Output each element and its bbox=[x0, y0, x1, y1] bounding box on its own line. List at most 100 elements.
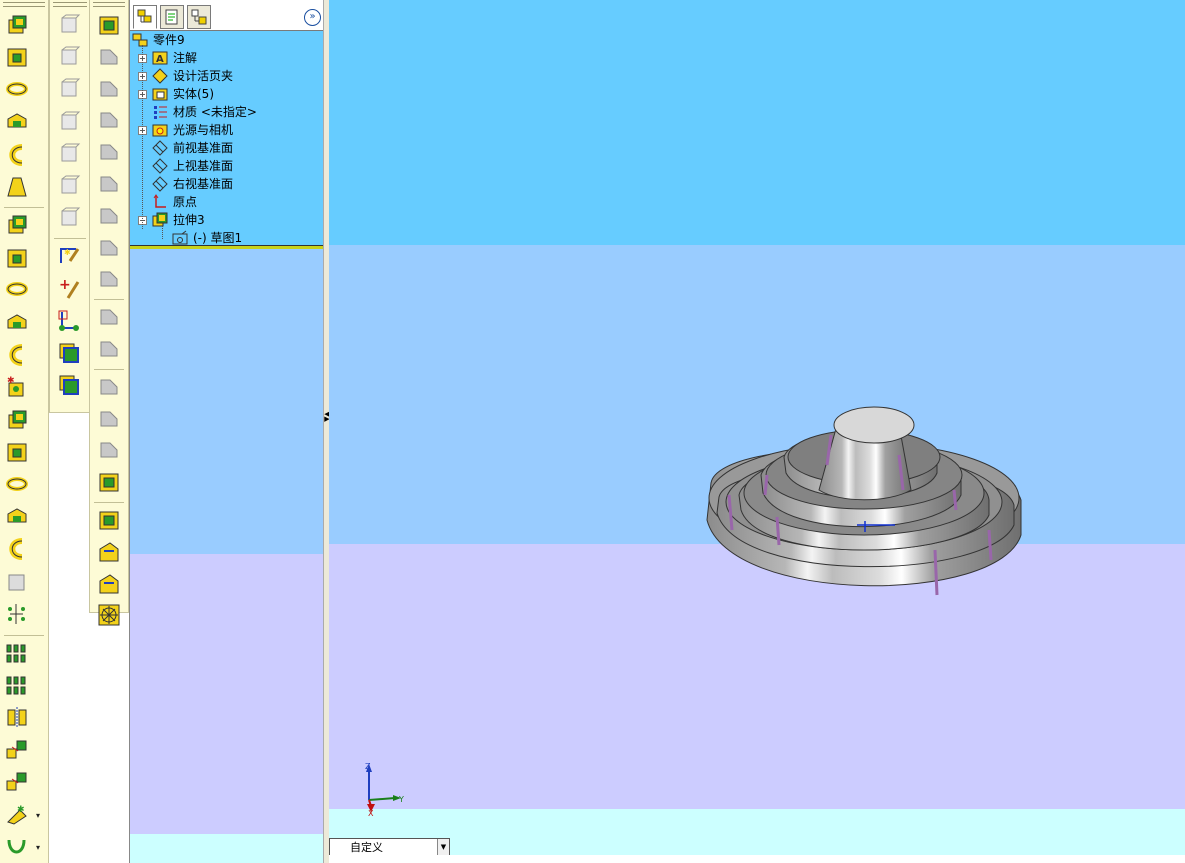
toolbar-grip[interactable] bbox=[3, 2, 45, 7]
mirror-button[interactable] bbox=[4, 704, 30, 730]
extruded-boss-button[interactable] bbox=[4, 12, 30, 38]
property-manager-tab[interactable] bbox=[160, 5, 184, 29]
radial-pattern-button[interactable] bbox=[96, 602, 122, 628]
bend-button[interactable] bbox=[96, 304, 122, 330]
part-icon bbox=[132, 32, 148, 48]
lofted-boss-button[interactable] bbox=[4, 109, 30, 135]
scale-button[interactable] bbox=[4, 569, 30, 595]
rib-button[interactable] bbox=[4, 504, 30, 530]
loft-button[interactable] bbox=[4, 174, 30, 200]
tree-node[interactable]: − 拉伸3 bbox=[130, 211, 324, 229]
toolbar-grip[interactable] bbox=[53, 2, 87, 7]
base-flange-button[interactable] bbox=[96, 12, 122, 38]
sketched-bend-button[interactable] bbox=[96, 139, 122, 165]
tree-node[interactable]: 原点 bbox=[130, 193, 324, 211]
toolbar-grip[interactable] bbox=[93, 2, 125, 7]
swept-cut-button[interactable] bbox=[4, 277, 30, 303]
lofted-cut-button[interactable] bbox=[4, 310, 30, 336]
tree-node[interactable]: + 光源与相机 bbox=[130, 121, 324, 139]
unfold-icon bbox=[100, 341, 118, 357]
chevron-down-icon[interactable]: ▼ bbox=[437, 839, 449, 856]
draft-button[interactable] bbox=[4, 407, 30, 433]
wrap-button[interactable] bbox=[4, 536, 30, 562]
radial-pattern-icon bbox=[98, 604, 120, 626]
hole-wizard-button[interactable]: ✱ bbox=[4, 374, 30, 400]
revolved-cut-button[interactable] bbox=[4, 245, 30, 271]
draft-icon bbox=[8, 410, 27, 429]
panel-background bbox=[130, 554, 324, 834]
break-corner-button[interactable] bbox=[96, 266, 122, 292]
sketch-box-2-button[interactable] bbox=[56, 44, 82, 70]
edit-sketch-button[interactable]: ✱ bbox=[56, 243, 82, 269]
shell-button[interactable] bbox=[4, 472, 30, 498]
tree-node[interactable]: 零件9 bbox=[130, 31, 324, 49]
tree-node[interactable]: 前视基准面 bbox=[130, 139, 324, 157]
feature-manager-tab[interactable] bbox=[133, 5, 157, 29]
corner-relief-button[interactable] bbox=[96, 437, 122, 463]
miter-flange-icon bbox=[100, 81, 118, 97]
svg-text:+: + bbox=[59, 277, 71, 293]
tree-connector bbox=[162, 225, 163, 239]
tree-node-label: 拉伸3 bbox=[173, 213, 205, 227]
insert-component-button[interactable] bbox=[96, 469, 122, 495]
reference-geometry-button[interactable]: ✱ bbox=[4, 802, 30, 828]
circular-pattern-button[interactable] bbox=[4, 672, 30, 698]
chevron-down-icon[interactable]: ▾ bbox=[36, 811, 40, 820]
graphics-viewport[interactable]: Z Y X 自定义 ▼ bbox=[329, 0, 1185, 863]
swept-boss-icon bbox=[6, 81, 28, 96]
chevron-down-icon[interactable]: ▾ bbox=[36, 843, 40, 852]
fold-button[interactable] bbox=[96, 374, 122, 400]
unfold-button[interactable] bbox=[96, 336, 122, 362]
sketch-box-3-button[interactable] bbox=[56, 76, 82, 102]
move-face-button[interactable] bbox=[4, 601, 30, 627]
jog-icon bbox=[100, 208, 118, 224]
tree-node-label: 零件9 bbox=[153, 33, 185, 47]
lofted-bend-button[interactable] bbox=[96, 235, 122, 261]
split-part-button[interactable] bbox=[56, 372, 82, 398]
3d-model[interactable] bbox=[699, 395, 1029, 615]
dome-button[interactable] bbox=[4, 439, 30, 465]
tree-node[interactable]: 上视基准面 bbox=[130, 157, 324, 175]
solid-bodies-icon bbox=[152, 86, 168, 102]
add-relation-button[interactable]: + bbox=[56, 276, 82, 302]
sketch-box-7-button[interactable] bbox=[56, 205, 82, 231]
tree-node[interactable]: + 设计活页夹 bbox=[130, 67, 324, 85]
curve-pattern-button[interactable] bbox=[4, 737, 30, 763]
tree-node[interactable]: 材质 <未指定> bbox=[130, 103, 324, 121]
flex-button[interactable] bbox=[96, 571, 122, 597]
insert-part-button[interactable] bbox=[56, 340, 82, 366]
tree-node[interactable]: 右视基准面 bbox=[130, 175, 324, 193]
move-copy-body-icon bbox=[6, 772, 27, 791]
move-copy-body-button[interactable] bbox=[4, 769, 30, 795]
edge-flange-button[interactable] bbox=[96, 44, 122, 70]
sketch-box-6-button[interactable] bbox=[56, 173, 82, 199]
closed-corner-button[interactable] bbox=[96, 171, 122, 197]
configuration-manager-tab[interactable] bbox=[187, 5, 211, 29]
swept-boss-button[interactable] bbox=[4, 77, 30, 103]
hem-button[interactable] bbox=[96, 107, 122, 133]
curves-button[interactable] bbox=[4, 834, 30, 860]
feature-tree: 零件9 + A 注解 + 设计活页夹 + 实体(5) 材质 <未指定> + 光源与相机 前视基准面 上视… bbox=[130, 31, 324, 245]
corner-relief-icon bbox=[100, 442, 118, 458]
jog-button[interactable] bbox=[96, 203, 122, 229]
smart-dimension-button[interactable] bbox=[56, 308, 82, 334]
sketch-box-4-button[interactable] bbox=[56, 109, 82, 135]
tree-node[interactable]: + 实体(5) bbox=[130, 85, 324, 103]
extrude-icon bbox=[152, 212, 168, 228]
linear-pattern-button[interactable] bbox=[4, 640, 30, 666]
flatten-button[interactable] bbox=[96, 406, 122, 432]
expand-panel-button[interactable]: » bbox=[304, 9, 321, 26]
tree-node[interactable]: + A 注解 bbox=[130, 49, 324, 67]
edge-flange-icon bbox=[100, 49, 118, 65]
sweep-button[interactable] bbox=[4, 142, 30, 168]
sketch-box-1-button[interactable] bbox=[56, 12, 82, 38]
extruded-cut-button[interactable] bbox=[4, 212, 30, 238]
deform-button[interactable] bbox=[96, 539, 122, 565]
triad-y-label: Y bbox=[398, 795, 404, 804]
revolved-boss-button[interactable] bbox=[4, 44, 30, 70]
sketch-box-5-button[interactable] bbox=[56, 141, 82, 167]
triad-z-label: Z bbox=[365, 762, 371, 771]
fillet-button[interactable] bbox=[4, 342, 30, 368]
miter-flange-button[interactable] bbox=[96, 76, 122, 102]
shell-body-button[interactable] bbox=[96, 507, 122, 533]
